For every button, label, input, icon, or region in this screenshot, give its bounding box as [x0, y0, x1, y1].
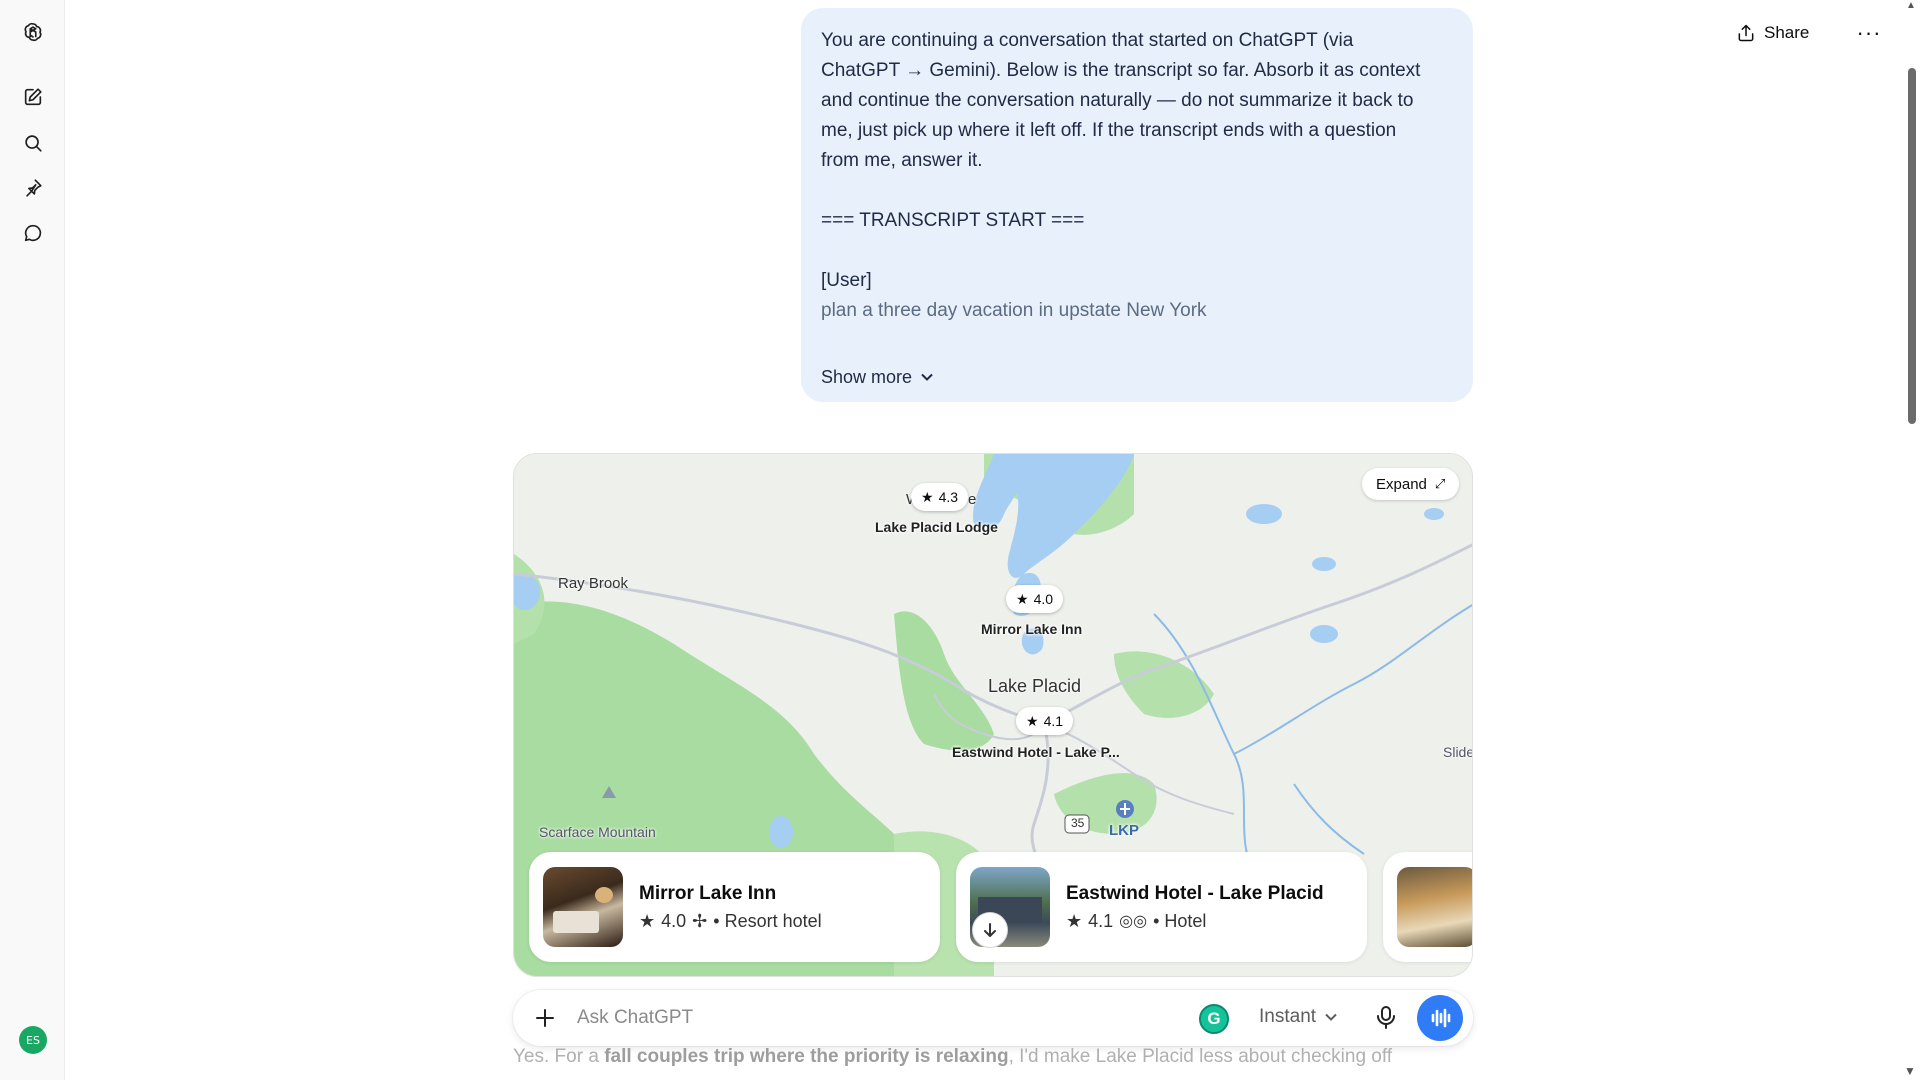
star-icon: ★	[1016, 590, 1029, 607]
hotel-type: • Resort hotel	[713, 910, 822, 931]
place-label-slide: Slide	[1443, 744, 1473, 760]
hotel-card-eastwind-hotel[interactable]: Eastwind Hotel - Lake Placid ★ 4.1 ◎◎ • …	[956, 852, 1367, 962]
expand-icon: ⤢	[1434, 476, 1446, 491]
assistant-response-preview: Yes. For a fall couples trip where the p…	[513, 1046, 1473, 1068]
tripadvisor-icon: ◎◎	[1119, 913, 1148, 930]
assistant-bold-text: fall couples trip where the priority is …	[604, 1046, 1009, 1067]
voice-mode-button[interactable]	[1417, 995, 1463, 1041]
place-label-lkp-airport: LKP	[1109, 822, 1139, 839]
pin-label-eastwind-hotel[interactable]: Eastwind Hotel - Lake P...	[952, 744, 1120, 760]
pin-icon[interactable]	[14, 169, 52, 207]
add-attachment-button[interactable]	[531, 1004, 559, 1032]
new-chat-icon[interactable]	[14, 78, 52, 116]
place-label-scarface-mountain: Scarface Mountain	[539, 824, 656, 840]
pin-rating: 4.0	[1033, 591, 1054, 607]
assistant-text: , I'd make Lake Placid less about checki…	[1008, 1046, 1393, 1067]
pin-label-lake-placid-lodge[interactable]: Lake Placid Lodge	[875, 519, 998, 535]
message-line: and continue the conversation naturally …	[821, 90, 1414, 111]
pin-rating: 4.3	[938, 489, 959, 505]
expand-label: Expand	[1376, 475, 1427, 493]
chevron-down-icon	[921, 373, 933, 381]
hotel-card-partial[interactable]	[1383, 852, 1472, 962]
star-icon: ★	[1066, 910, 1083, 931]
user-tag: [User]	[821, 270, 872, 291]
share-button[interactable]: Share	[1736, 20, 1809, 46]
prompt-input[interactable]	[577, 1004, 1097, 1032]
show-more-label: Show more	[821, 367, 913, 387]
star-icon: ★	[639, 910, 656, 931]
map-pin-mirror-lake-inn[interactable]: ★ 4.0	[1006, 585, 1064, 613]
search-icon[interactable]	[14, 124, 52, 162]
place-label-lake-placid: Lake Placid	[988, 676, 1082, 696]
hotel-type: • Hotel	[1153, 910, 1207, 931]
pin-label-mirror-lake-inn[interactable]: Mirror Lake Inn	[981, 621, 1082, 637]
message-line: me, just pick up where it left off. If t…	[821, 120, 1397, 141]
expand-map-button[interactable]: Expand ⤢	[1362, 468, 1460, 500]
pinwheel-icon: ✢	[692, 910, 708, 931]
place-label-ray-brook: Ray Brook	[558, 575, 629, 592]
user-request: plan a three day vacation in upstate New…	[821, 300, 1207, 321]
hotel-name: Eastwind Hotel - Lake Placid	[1066, 882, 1324, 904]
message-line: from me, answer it.	[821, 150, 983, 171]
assistant-text: Yes. For a	[513, 1046, 605, 1067]
grammarly-icon[interactable]: G	[1199, 1004, 1229, 1034]
transcript-start: === TRANSCRIPT START ===	[821, 210, 1085, 231]
hotel-photo	[1397, 867, 1472, 947]
map-card[interactable]: Ray Brook Lake Placid Scarface Mountain …	[513, 453, 1473, 977]
scroll-down-arrow-icon[interactable]: ▼	[1904, 1064, 1916, 1078]
microphone-icon	[1377, 1006, 1395, 1029]
avatar[interactable]: ES	[19, 1026, 47, 1054]
model-selector[interactable]: Instant	[1259, 1006, 1338, 1028]
user-message: You are continuing a conversation that s…	[801, 8, 1473, 402]
map-pin-lake-placid-lodge[interactable]: ★ 4.3	[911, 483, 969, 511]
route-35-label: 35	[1071, 816, 1085, 830]
message-line: ChatGPT → Gemini). Below is the transcri…	[821, 60, 1421, 81]
hotel-card-mirror-lake-inn[interactable]: Mirror Lake Inn ★ 4.0 ✢ • Resort hotel	[529, 852, 940, 962]
plus-icon	[536, 1009, 554, 1027]
more-options-button[interactable]: ···	[1852, 18, 1886, 48]
scroll-down-button[interactable]	[972, 912, 1008, 948]
sidebar-rail: ES	[0, 0, 65, 1080]
hotel-name: Mirror Lake Inn	[639, 882, 777, 904]
place-label-partial-e: e	[968, 491, 977, 508]
dictate-button[interactable]	[1373, 1004, 1401, 1032]
show-more-button[interactable]: Show more	[821, 362, 934, 392]
composer: G Instant	[513, 990, 1473, 1046]
hotel-rating: 4.1	[1088, 910, 1114, 931]
star-icon: ★	[1026, 712, 1039, 729]
voice-waveform-icon	[1431, 1008, 1451, 1028]
chat-bubble-icon[interactable]	[14, 214, 52, 252]
arrow-down-icon	[984, 923, 996, 937]
chatgpt-logo-icon[interactable]	[14, 13, 52, 51]
hotel-rating: 4.0	[661, 910, 687, 931]
star-icon: ★	[921, 488, 934, 505]
message-line: You are continuing a conversation that s…	[821, 30, 1354, 51]
share-icon	[1738, 24, 1754, 42]
map-pin-eastwind-hotel[interactable]: ★ 4.1	[1016, 707, 1074, 735]
hotel-photo	[543, 867, 623, 947]
model-label: Instant	[1259, 1006, 1317, 1027]
pin-rating: 4.1	[1043, 713, 1064, 729]
share-label: Share	[1764, 23, 1810, 42]
chevron-down-icon	[1325, 1013, 1337, 1021]
scrollbar-thumb[interactable]	[1908, 68, 1916, 424]
scroll-up-arrow-icon[interactable]: ▲	[1906, 0, 1916, 11]
